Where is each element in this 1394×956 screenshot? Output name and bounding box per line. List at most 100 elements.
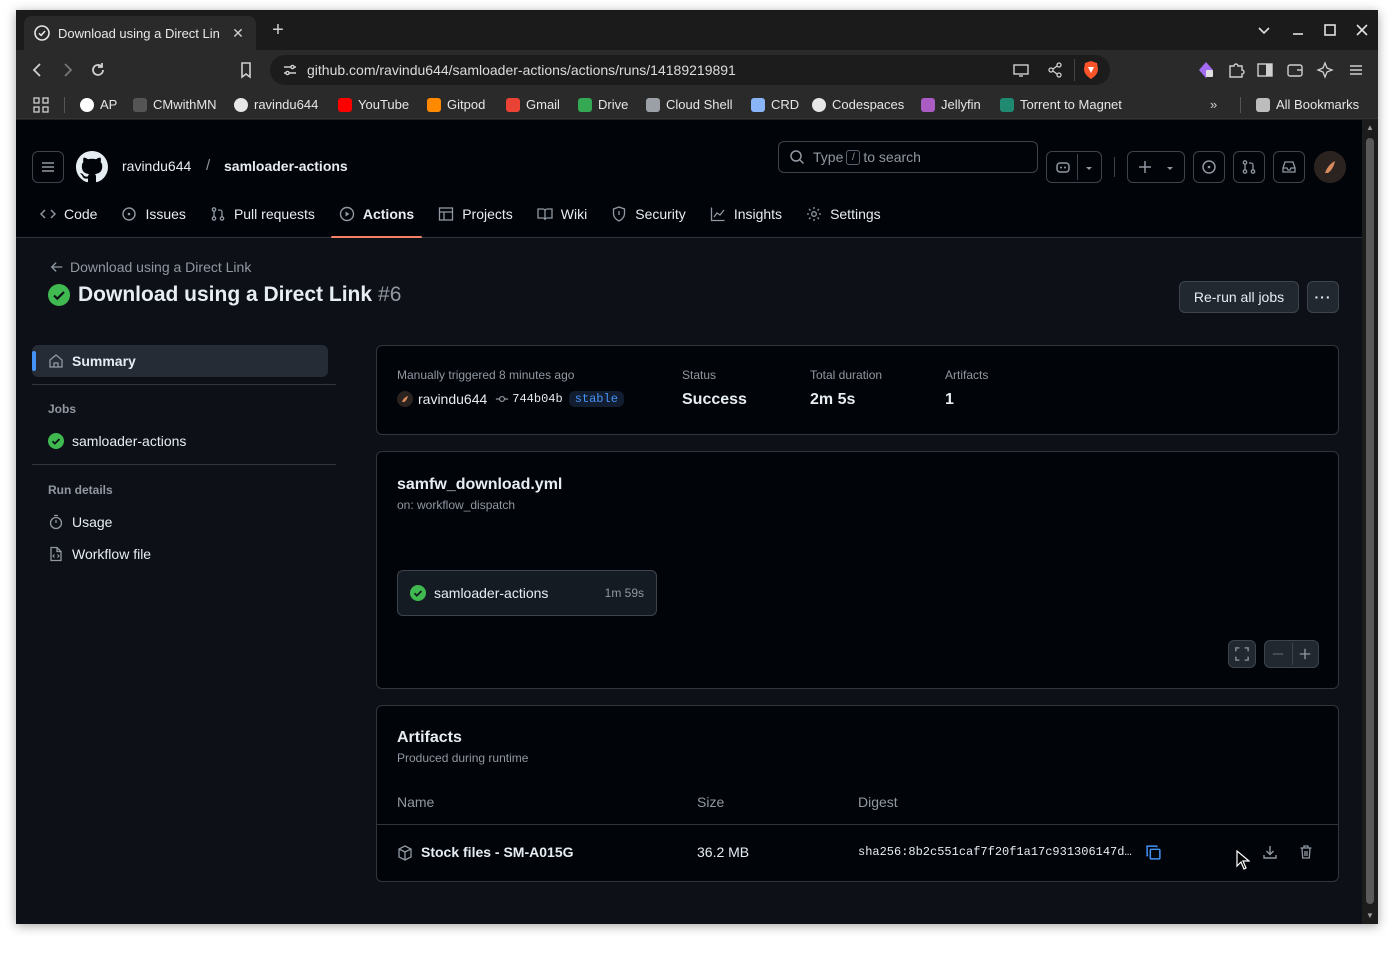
trigger-text: Manually triggered 8 minutes ago	[397, 368, 575, 382]
all-bookmarks-folder[interactable]: All Bookmarks	[1256, 96, 1359, 113]
github-logo-icon[interactable]	[76, 151, 108, 183]
search-shortcut-key: /	[846, 149, 861, 165]
bookmark-gmail[interactable]: Gmail	[506, 96, 560, 113]
maximize-icon[interactable]	[1320, 20, 1340, 40]
bookmark-drive[interactable]: Drive	[578, 96, 628, 113]
repo-owner-link[interactable]: ravindu644	[122, 158, 191, 174]
more-bookmarks-chevron-icon[interactable]: »	[1210, 96, 1217, 113]
workflow-file-name[interactable]: samfw_download.yml	[397, 476, 562, 494]
wallet-icon[interactable]	[1286, 61, 1304, 79]
pull-requests-button[interactable]	[1233, 151, 1265, 183]
new-tab-button[interactable]: +	[268, 20, 288, 40]
forward-arrow-icon[interactable]	[57, 60, 77, 80]
cast-icon[interactable]	[1012, 61, 1030, 79]
tab-projects[interactable]: Projects	[430, 194, 521, 234]
back-to-workflow-link[interactable]: Download using a Direct Link	[50, 259, 251, 275]
inbox-button[interactable]	[1273, 151, 1305, 183]
book-icon	[537, 206, 553, 222]
package-icon	[398, 845, 412, 861]
commit-sha-link[interactable]: 744b04b	[512, 392, 562, 406]
actor-link[interactable]: ravindu644	[418, 391, 487, 407]
drive-favicon-icon	[578, 97, 592, 112]
tab-insights[interactable]: Insights	[702, 194, 790, 234]
leo-ai-icon[interactable]	[1316, 61, 1334, 79]
table-row: Stock files - SM-A015G 36.2 MB sha256:8b…	[377, 825, 1338, 881]
check-circle-fill-icon	[410, 585, 426, 601]
issues-button[interactable]	[1193, 151, 1225, 183]
sidebar-item-usage[interactable]: Usage	[48, 514, 112, 530]
avatar[interactable]	[1314, 151, 1346, 183]
apps-grid-icon[interactable]	[33, 96, 49, 113]
menu-hamburger-icon[interactable]	[1347, 61, 1365, 79]
bookmark-gitpod[interactable]: Gitpod	[427, 96, 485, 113]
fullscreen-button[interactable]	[1228, 640, 1256, 668]
close-window-icon[interactable]	[1352, 20, 1372, 40]
status-value: Success	[682, 391, 747, 408]
sidebar-item-workflow-file[interactable]: Workflow file	[48, 546, 151, 562]
search-placeholder-suffix: to search	[863, 149, 921, 165]
mouse-cursor-icon	[1236, 850, 1250, 870]
job-node[interactable]: samloader-actions 1m 59s	[397, 570, 657, 616]
brave-shields-icon[interactable]	[1082, 60, 1100, 80]
extensions-puzzle-icon[interactable]	[1227, 61, 1245, 79]
tab-pull-requests[interactable]: Pull requests	[202, 194, 323, 234]
back-arrow-icon[interactable]	[28, 60, 48, 80]
site-settings-icon[interactable]	[282, 62, 298, 78]
bookmark-torrent-to-magnet[interactable]: Torrent to Magnet	[1000, 96, 1122, 113]
close-tab-icon[interactable]: ✕	[230, 25, 246, 41]
tab-search-chevron-icon[interactable]	[1254, 20, 1274, 40]
repo-name-link[interactable]: samloader-actions	[224, 158, 348, 174]
scrollbar-thumb[interactable]	[1366, 138, 1374, 904]
address-bar[interactable]: github.com/ravindu644/samloader-actions/…	[270, 55, 1110, 85]
bookmark-cloud-shell[interactable]: Cloud Shell	[646, 96, 733, 113]
rerun-all-jobs-button[interactable]: Re-run all jobs	[1179, 281, 1299, 313]
branch-badge[interactable]: stable	[568, 391, 624, 407]
copilot-button[interactable]	[1046, 151, 1102, 183]
zoom-out-icon[interactable]	[1271, 647, 1285, 661]
artifact-size: 36.2 MB	[697, 844, 750, 860]
ap-favicon-icon	[80, 97, 94, 112]
trash-icon[interactable]	[1298, 844, 1314, 860]
sidebar-item-summary[interactable]: Summary	[32, 345, 328, 377]
create-new-button[interactable]	[1127, 151, 1185, 183]
download-icon[interactable]	[1262, 844, 1278, 860]
bookmark-codespaces[interactable]: Codespaces	[812, 96, 904, 113]
sidebar-item-job[interactable]: samloader-actions	[48, 433, 186, 449]
bookmark-ap[interactable]: AP	[80, 96, 117, 113]
tab-wiki[interactable]: Wiki	[529, 194, 595, 234]
scroll-down-arrow-icon[interactable]: ▼	[1366, 912, 1374, 920]
tab-settings[interactable]: Settings	[798, 194, 889, 234]
check-circle-fill-icon	[48, 284, 70, 306]
github-favicon-icon	[812, 97, 826, 112]
tab-security[interactable]: Security	[603, 194, 694, 234]
run-number: #6	[378, 283, 402, 306]
bookmarks-divider	[64, 97, 65, 113]
search-input[interactable]: Type / to search	[778, 141, 1038, 173]
minimize-icon[interactable]	[1288, 20, 1308, 40]
bookmark-jellyfin[interactable]: Jellyfin	[921, 96, 981, 113]
scroll-up-arrow-icon[interactable]: ▲	[1366, 124, 1374, 132]
shield-icon	[611, 206, 627, 222]
copy-icon[interactable]	[1145, 844, 1162, 861]
browser-tab-active[interactable]: Download using a Direct Lin ✕	[24, 16, 256, 50]
global-nav-menu-button[interactable]	[32, 151, 64, 183]
reload-icon[interactable]	[88, 60, 108, 80]
tab-code[interactable]: Code	[32, 194, 105, 234]
page-scrollbar[interactable]: ▲ ▼	[1362, 120, 1378, 924]
tab-actions[interactable]: Actions	[330, 194, 423, 238]
bookmark-youtube[interactable]: YouTube	[338, 96, 409, 113]
github-favicon-icon	[234, 97, 248, 112]
sidebar-toggle-icon[interactable]	[1256, 61, 1274, 79]
bookmark-crd[interactable]: CRD	[751, 96, 799, 113]
more-options-kebab-icon[interactable]: ···	[1307, 281, 1339, 313]
extension-leo-icon[interactable]	[1197, 61, 1215, 79]
artifact-name-link[interactable]: Stock files - SM-A015G	[421, 844, 574, 860]
crd-favicon-icon	[751, 97, 765, 112]
bookmark-cmwithmn[interactable]: CMwithMN	[133, 96, 217, 113]
tab-issues[interactable]: Issues	[113, 194, 193, 234]
zoom-in-icon[interactable]	[1298, 647, 1312, 661]
screen-full-icon	[1235, 647, 1249, 661]
bookmark-ravindu644[interactable]: ravindu644	[234, 96, 318, 113]
bookmark-page-icon[interactable]	[236, 60, 256, 80]
share-icon[interactable]	[1046, 61, 1064, 79]
